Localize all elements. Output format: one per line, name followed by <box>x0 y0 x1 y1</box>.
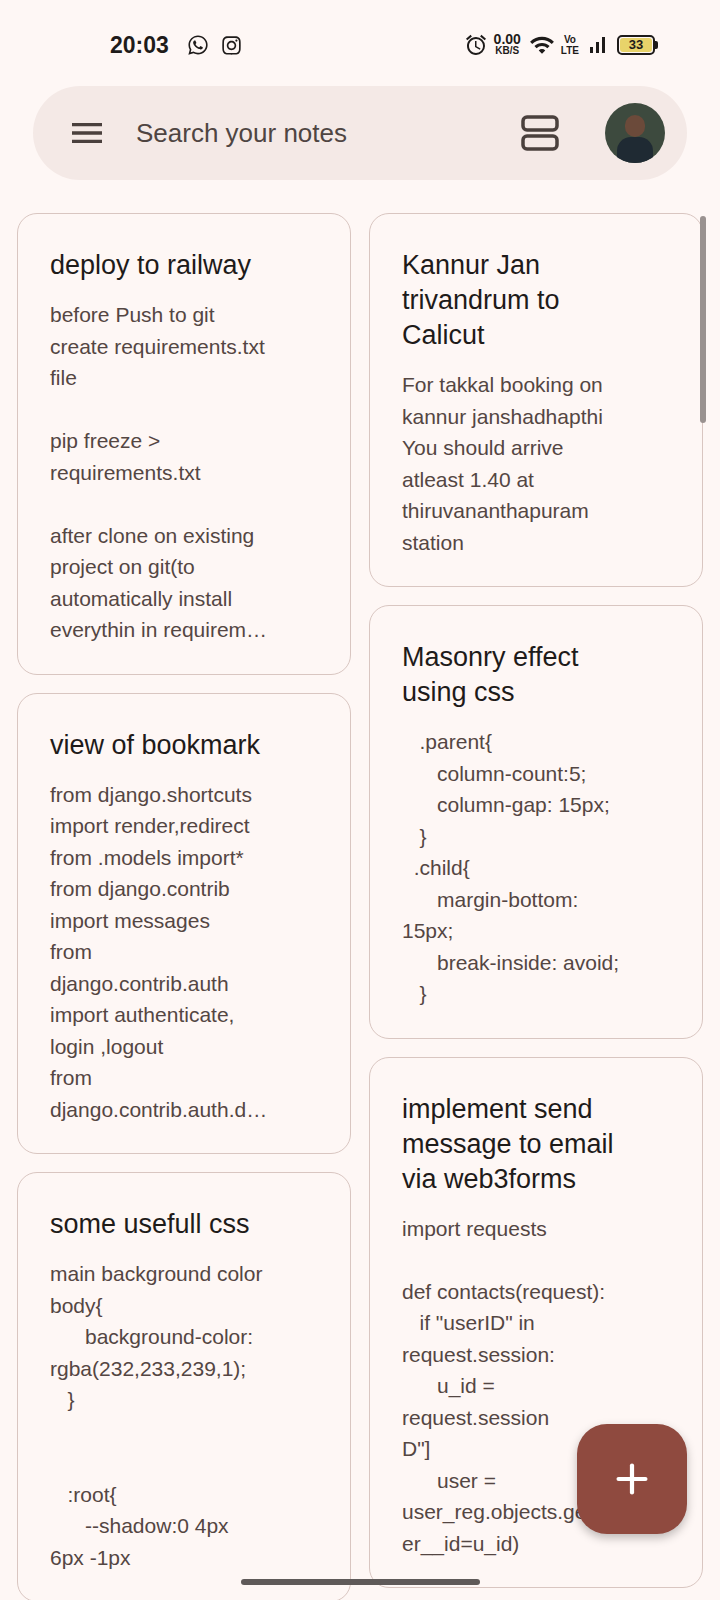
note-card[interactable]: Kannur Jantrivandrum toCalicut For takkal… <box>369 213 703 587</box>
status-bar: 20:03 0.00KB/S VoLTE 33 <box>0 0 720 86</box>
alarm-icon <box>464 33 488 57</box>
note-body: .parent{ column-count:5; column-gap: 15p… <box>402 726 670 1010</box>
note-body: from django.shortcutsimport render,redir… <box>50 779 318 1126</box>
battery-level: 33 <box>629 38 643 52</box>
note-title: implement sendmessage to emailvia web3fo… <box>402 1092 670 1197</box>
search-bar[interactable]: Search your notes <box>33 86 687 180</box>
battery-icon: 33 <box>617 35 658 55</box>
notes-grid: deploy to railway before Push to gitcreat… <box>0 213 720 1600</box>
add-note-button[interactable] <box>577 1424 687 1534</box>
network-speed: 0.00KB/S <box>494 33 521 57</box>
volte-indicator: VoLTE <box>561 34 579 56</box>
menu-icon[interactable] <box>67 113 107 153</box>
wifi-icon <box>529 32 555 58</box>
notes-column: Kannur Jantrivandrum toCalicut For takkal… <box>369 213 703 1588</box>
whatsapp-icon <box>187 34 209 56</box>
gesture-bar[interactable] <box>241 1579 480 1585</box>
plus-icon <box>609 1456 655 1502</box>
layout-toggle-icon[interactable] <box>521 114 559 152</box>
note-title: some usefull css <box>50 1207 318 1242</box>
signal-icon <box>585 33 609 57</box>
note-body: For takkal booking onkannur janshadhapth… <box>402 369 670 558</box>
note-card[interactable]: deploy to railway before Push to gitcreat… <box>17 213 351 675</box>
note-body: before Push to gitcreate requirements.tx… <box>50 299 318 646</box>
note-body: main background colorbody{ background-co… <box>50 1258 318 1573</box>
note-title: Masonry effectusing css <box>402 640 670 710</box>
scrollbar[interactable] <box>700 216 706 423</box>
note-title: view of bookmark <box>50 728 318 763</box>
note-card[interactable]: view of bookmark from django.shortcutsimp… <box>17 693 351 1155</box>
note-title: Kannur Jantrivandrum toCalicut <box>402 248 670 353</box>
keep-screen: 20:03 0.00KB/S VoLTE 33 Search your notes dep… <box>0 0 720 1600</box>
avatar[interactable] <box>605 103 665 163</box>
search-placeholder[interactable]: Search your notes <box>136 114 521 153</box>
status-time: 20:03 <box>110 28 169 63</box>
instagram-icon <box>221 35 242 56</box>
note-card[interactable]: some usefull css main background colorbod… <box>17 1172 351 1600</box>
note-card[interactable]: Masonry effectusing css .parent{ column-… <box>369 605 703 1039</box>
note-title: deploy to railway <box>50 248 318 283</box>
notes-column: deploy to railway before Push to gitcreat… <box>17 213 351 1600</box>
